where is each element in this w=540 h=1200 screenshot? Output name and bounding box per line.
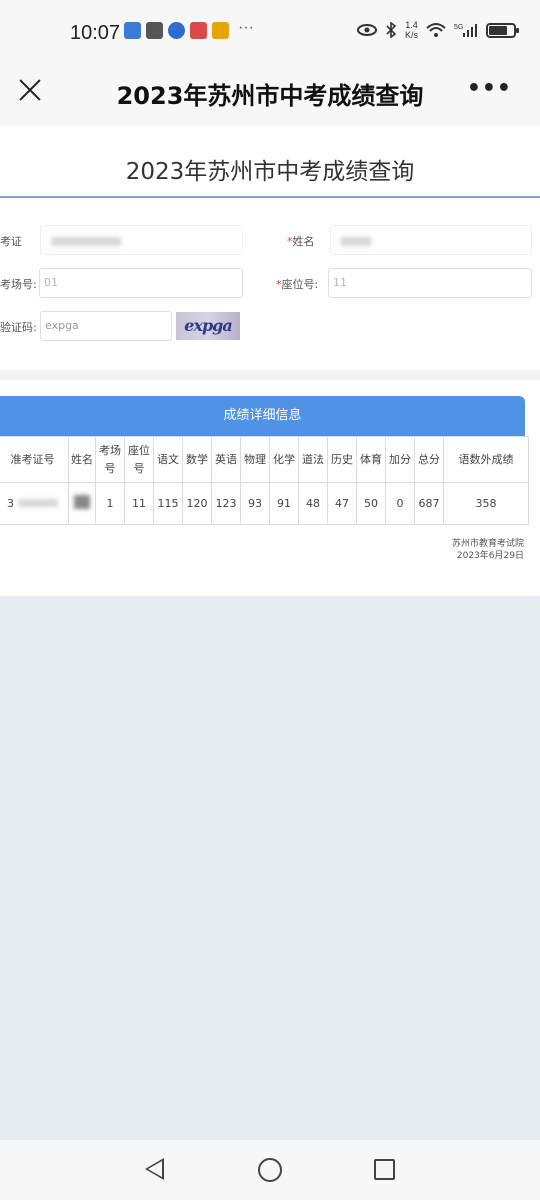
cell-name	[68, 482, 96, 525]
captcha-image[interactable]: expga	[176, 312, 240, 340]
exam-id-input[interactable]	[40, 225, 243, 255]
cell-total: 687	[414, 482, 444, 525]
col-name: 姓名	[68, 436, 96, 483]
room-input[interactable]: 01	[39, 268, 243, 298]
net-speed: 1.4 K/s	[404, 20, 418, 40]
col-exam-id: 准考证号	[0, 436, 69, 483]
captcha-label: 验证码:	[0, 321, 37, 334]
status-time: 10:07	[70, 22, 121, 44]
seat-label: *座位号:	[276, 278, 319, 291]
more-options-icon[interactable]: •••	[467, 76, 512, 101]
exam-id-label: 考证	[0, 235, 22, 248]
app-notification-icon	[124, 22, 141, 39]
cell-room: 1	[95, 482, 125, 525]
home-icon[interactable]	[258, 1158, 282, 1182]
col-cme-score: 语数外成绩	[443, 436, 529, 483]
col-history: 历史	[327, 436, 357, 483]
col-pe: 体育	[356, 436, 386, 483]
col-seat: 座位号	[124, 436, 154, 483]
col-english: 英语	[211, 436, 241, 483]
cell-chinese: 115	[153, 482, 183, 525]
cell-bonus: 0	[385, 482, 415, 525]
name-input[interactable]	[330, 225, 532, 255]
col-math: 数学	[182, 436, 212, 483]
back-icon[interactable]	[145, 1158, 164, 1180]
col-bonus: 加分	[385, 436, 415, 483]
wifi-icon	[426, 23, 446, 37]
cell-history: 47	[327, 482, 357, 525]
cell-english: 123	[211, 482, 241, 525]
col-total: 总分	[414, 436, 444, 483]
redacted-exam-id	[51, 237, 121, 246]
col-chinese: 语文	[153, 436, 183, 483]
svg-text:5G: 5G	[454, 24, 463, 31]
redacted-name-cell	[74, 495, 90, 509]
col-room: 考场号	[95, 436, 125, 483]
status-app-icons	[124, 22, 229, 39]
cell-cme-score: 358	[443, 482, 529, 525]
footer-org: 苏州市教育考试院	[451, 539, 524, 549]
cell-morality-law: 48	[298, 482, 328, 525]
cellular-signal-icon: 5G	[454, 24, 477, 37]
redacted-exam-id-cell	[18, 499, 58, 507]
seat-input[interactable]: 11	[328, 268, 532, 298]
recent-apps-icon[interactable]	[374, 1159, 395, 1180]
table-header-row: 准考证号 姓名 考场号 座位号 语文 数学 英语 物理 化学 道法 历史 体育 …	[0, 436, 529, 483]
status-right-icons: 1.4 K/s 5G	[356, 20, 519, 40]
cell-physics: 93	[240, 482, 270, 525]
cell-seat: 11	[124, 482, 154, 525]
bluetooth-icon	[386, 22, 397, 38]
eye-icon	[356, 24, 377, 36]
title-divider	[0, 196, 540, 198]
more-notifications-icon: ···	[238, 19, 254, 36]
footer-date: 2023年6月29日	[456, 551, 524, 561]
captcha-input[interactable]: expga	[40, 311, 172, 341]
table-row: 3 1 11 115 120 123 93 91 48 47 50 0 687 …	[0, 482, 529, 525]
browser-notification-icon	[168, 22, 185, 39]
col-physics: 物理	[240, 436, 270, 483]
battery-icon	[486, 22, 519, 38]
shield-notification-icon	[146, 22, 163, 39]
home-app-notification-icon	[212, 22, 229, 39]
navbar-title: 2023年苏州市中考成绩查询	[116, 82, 424, 110]
redacted-name	[341, 237, 371, 246]
col-chemistry: 化学	[269, 436, 299, 483]
cell-math: 120	[182, 482, 212, 525]
results-header: 成绩详细信息	[0, 396, 525, 436]
col-morality-law: 道法	[298, 436, 328, 483]
cell-pe: 50	[356, 482, 386, 525]
results-footer: 苏州市教育考试院 2023年6月29日	[452, 538, 524, 562]
cell-chemistry: 91	[269, 482, 299, 525]
cell-exam-id: 3	[0, 482, 69, 525]
page-title: 2023年苏州市中考成绩查询	[125, 159, 415, 185]
section-gap	[0, 370, 540, 380]
name-label: *姓名	[287, 235, 315, 248]
room-label: 考场号:	[0, 278, 37, 291]
red-app-notification-icon	[190, 22, 207, 39]
results-table: 准考证号 姓名 考场号 座位号 语文 数学 英语 物理 化学 道法 历史 体育 …	[0, 436, 529, 525]
